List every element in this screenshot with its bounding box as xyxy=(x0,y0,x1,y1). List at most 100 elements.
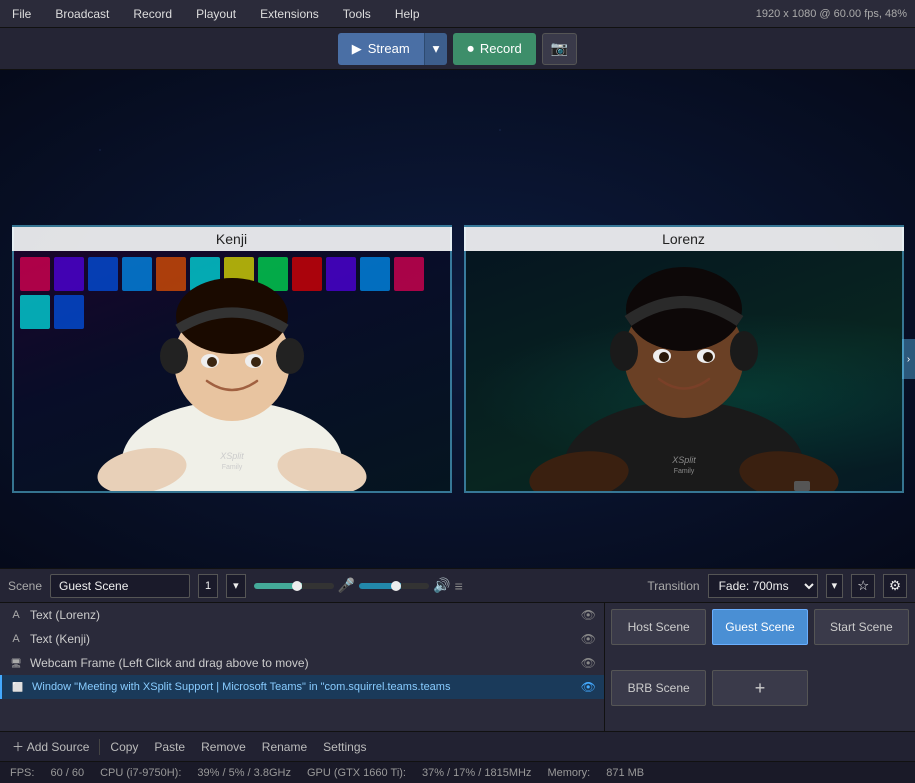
window-icon: ⬜ xyxy=(10,682,26,693)
remove-source-button[interactable]: Remove xyxy=(195,738,252,756)
mic-level-slider[interactable] xyxy=(254,583,334,589)
visibility-icon-webcam[interactable]: 👁 xyxy=(581,656,596,670)
copy-source-button[interactable]: Copy xyxy=(104,738,144,756)
source-name-webcam: Webcam Frame (Left Click and drag above … xyxy=(30,656,575,670)
action-separator xyxy=(99,739,100,755)
record-icon: ⏺ xyxy=(467,41,474,57)
stream-dropdown-button[interactable]: ▾ xyxy=(424,33,448,65)
shelf-item xyxy=(20,257,50,291)
resolution-display: 1920 x 1080 @ 60.00 fps, 48% xyxy=(756,8,907,20)
menu-record[interactable]: Record xyxy=(129,5,176,23)
source-item-webcam[interactable]: 🖥 Webcam Frame (Left Click and drag abov… xyxy=(0,651,604,675)
stream-label: Stream xyxy=(368,41,410,56)
menu-playout[interactable]: Playout xyxy=(192,5,240,23)
menu-file[interactable]: File xyxy=(8,5,35,23)
equalizer-icon[interactable]: ≡ xyxy=(455,578,463,594)
visibility-icon-kenji[interactable]: 👁 xyxy=(581,632,596,646)
volume-slider[interactable] xyxy=(359,583,429,589)
scene-number-display[interactable]: 1 xyxy=(198,574,218,598)
svg-text:Family: Family xyxy=(673,468,694,475)
shelf-item xyxy=(394,257,424,291)
memory-value: 871 MB xyxy=(606,767,644,779)
stream-icon: ▶ xyxy=(352,41,362,57)
add-scene-button[interactable]: + xyxy=(712,670,807,706)
kenji-background: XSplit Family xyxy=(14,251,450,491)
record-button[interactable]: ⏺ Record xyxy=(453,33,535,65)
screenshot-button[interactable]: 📷 xyxy=(542,33,577,65)
add-icon: ＋ xyxy=(12,740,24,754)
kenji-content: XSplit Family xyxy=(14,251,450,491)
scene-number-dropdown[interactable]: ▾ xyxy=(226,574,246,598)
visibility-icon-lorenz[interactable]: 👁 xyxy=(581,608,596,622)
source-item-text-kenji[interactable]: A Text (Kenji) 👁 xyxy=(0,627,604,651)
brb-scene-button[interactable]: BRB Scene xyxy=(611,670,706,706)
camera-icon: 📷 xyxy=(551,40,568,57)
lorenz-panel: › Lorenz XSplit Family xyxy=(464,225,904,493)
lorenz-label-bar: Lorenz xyxy=(464,227,904,251)
lorenz-figure: XSplit Family xyxy=(524,251,844,491)
shelf-item xyxy=(54,295,84,329)
toolbar: ▶ Stream ▾ ⏺ Record 📷 xyxy=(0,28,915,70)
scene-name-input[interactable] xyxy=(50,574,190,598)
text-icon-kenji: A xyxy=(8,633,24,645)
transition-select[interactable]: Fade: 700ms xyxy=(708,574,818,598)
transition-label: Transition xyxy=(647,579,699,593)
source-item-window[interactable]: ⬜ Window "Meeting with XSplit Support | … xyxy=(0,675,604,699)
scene-buttons-panel: Host Scene Guest Scene Start Scene BRB S… xyxy=(605,603,915,731)
gpu-value: 37% / 17% / 1815MHz xyxy=(422,767,531,779)
menu-extensions[interactable]: Extensions xyxy=(256,5,323,23)
guest-panels-container: Kenji xyxy=(12,225,904,493)
shelf-item xyxy=(54,257,84,291)
menu-tools[interactable]: Tools xyxy=(339,5,375,23)
source-item-text-lorenz[interactable]: A Text (Lorenz) 👁 xyxy=(0,603,604,627)
svg-text:XSplit: XSplit xyxy=(219,451,244,461)
lorenz-content: XSplit Family xyxy=(466,251,902,491)
svg-text:Family: Family xyxy=(221,464,242,471)
cpu-value: 39% / 5% / 3.8GHz xyxy=(197,767,291,779)
sources-scenes-container: A Text (Lorenz) 👁 A Text (Kenji) 👁 🖥 Web… xyxy=(0,603,915,731)
webcam-icon: 🖥 xyxy=(8,658,24,669)
audio-controls: 🎤 🔊 ≡ xyxy=(254,577,640,594)
shelf-item xyxy=(20,295,50,329)
source-actions-bar: ＋ Add Source Copy Paste Remove Rename Se… xyxy=(0,731,915,761)
text-icon: A xyxy=(8,609,24,621)
kenji-label-bar: Kenji xyxy=(12,227,452,251)
lorenz-next-arrow[interactable]: › xyxy=(902,339,915,379)
favorite-button[interactable]: ☆ xyxy=(851,574,875,598)
scene-label: Scene xyxy=(8,579,42,593)
kenji-figure: XSplit Family xyxy=(82,251,382,491)
sources-panel: A Text (Lorenz) 👁 A Text (Kenji) 👁 🖥 Web… xyxy=(0,603,605,731)
kenji-name: Kenji xyxy=(216,231,247,247)
fps-value: 60 / 60 xyxy=(50,767,84,779)
visibility-icon-window[interactable]: 👁 xyxy=(581,680,596,694)
scene-bar: Scene 1 ▾ 🎤 🔊 ≡ Transition Fade: 700ms ▾… xyxy=(0,569,915,603)
menu-broadcast[interactable]: Broadcast xyxy=(51,5,113,23)
start-scene-button[interactable]: Start Scene xyxy=(814,609,909,645)
lorenz-background: XSplit Family xyxy=(466,251,902,491)
guest-scene-button[interactable]: Guest Scene xyxy=(712,609,807,645)
preview-area: Kenji xyxy=(0,70,915,568)
gpu-label: GPU (GTX 1660 Ti): xyxy=(307,767,406,779)
paste-source-button[interactable]: Paste xyxy=(148,738,191,756)
cpu-label: CPU (i7-9750H): xyxy=(100,767,181,779)
bottom-panel: Scene 1 ▾ 🎤 🔊 ≡ Transition Fade: 700ms ▾… xyxy=(0,568,915,761)
record-label: Record xyxy=(480,41,522,56)
source-name-window: Window "Meeting with XSplit Support | Mi… xyxy=(32,681,575,693)
transition-extra-button[interactable]: ⚙ xyxy=(883,574,907,598)
stream-button[interactable]: ▶ Stream xyxy=(338,33,424,65)
memory-label: Memory: xyxy=(547,767,590,779)
transition-settings-button[interactable]: ▾ xyxy=(826,574,844,598)
host-scene-button[interactable]: Host Scene xyxy=(611,609,706,645)
add-source-button[interactable]: ＋ Add Source xyxy=(6,736,95,757)
menu-bar: File Broadcast Record Playout Extensions… xyxy=(0,0,915,28)
lorenz-name: Lorenz xyxy=(662,231,705,247)
settings-source-button[interactable]: Settings xyxy=(317,738,372,756)
source-name-text-lorenz: Text (Lorenz) xyxy=(30,608,575,622)
fps-label: FPS: xyxy=(10,767,34,779)
speaker-icon[interactable]: 🔊 xyxy=(433,577,450,594)
rename-source-button[interactable]: Rename xyxy=(256,738,313,756)
kenji-panel: Kenji xyxy=(12,225,452,493)
menu-help[interactable]: Help xyxy=(391,5,424,23)
mic-icon[interactable]: 🎤 xyxy=(338,577,355,594)
stream-btn-group: ▶ Stream ▾ xyxy=(338,33,448,65)
